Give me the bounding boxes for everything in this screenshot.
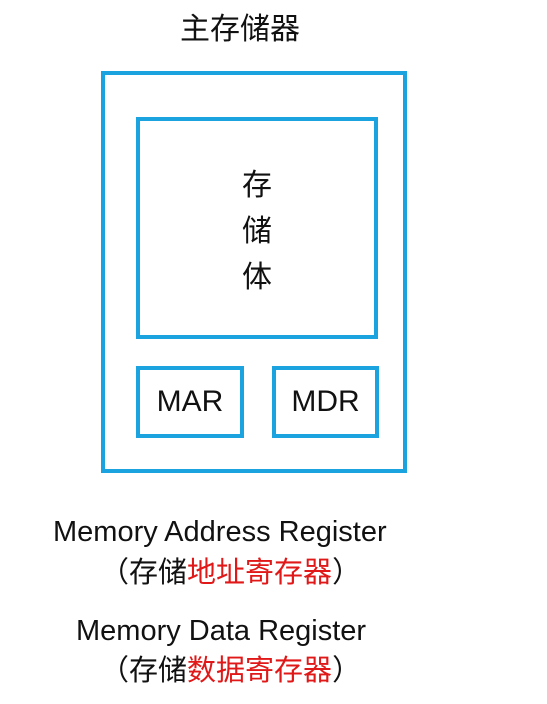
diagram-title: 主存储器 xyxy=(180,12,300,47)
caption-suffix: 寄存器 xyxy=(245,555,333,589)
caption-suffix: 寄存器 xyxy=(245,653,333,687)
mdr-chinese-caption: （存储数据寄存器） xyxy=(100,651,361,689)
caption-highlight-data: 数据 xyxy=(187,653,246,687)
mdr-english-caption: Memory Data Register xyxy=(76,615,367,647)
caption-close-paren: ） xyxy=(332,653,362,687)
caption-close-paren: ） xyxy=(332,555,362,589)
caption-prefix: 存储 xyxy=(129,555,188,589)
mdr-box: MDR xyxy=(272,366,379,438)
caption-highlight-address: 地址 xyxy=(187,555,246,589)
caption-open-paren: （ xyxy=(100,555,130,589)
mdr-label: MDR xyxy=(291,385,360,418)
memory-body-box: 存 储 体 xyxy=(136,117,378,339)
caption-prefix: 存储 xyxy=(129,653,188,687)
mar-chinese-caption: （存储地址寄存器） xyxy=(100,553,361,591)
mar-english-caption: Memory Address Register xyxy=(53,516,387,548)
memory-body-char: 存 xyxy=(242,168,272,203)
mar-box: MAR xyxy=(136,366,244,438)
caption-open-paren: （ xyxy=(100,653,130,687)
mar-label: MAR xyxy=(156,385,224,418)
memory-body-char: 体 xyxy=(242,260,272,295)
memory-body-label: 存 储 体 xyxy=(140,163,374,301)
memory-body-char: 储 xyxy=(242,214,272,249)
